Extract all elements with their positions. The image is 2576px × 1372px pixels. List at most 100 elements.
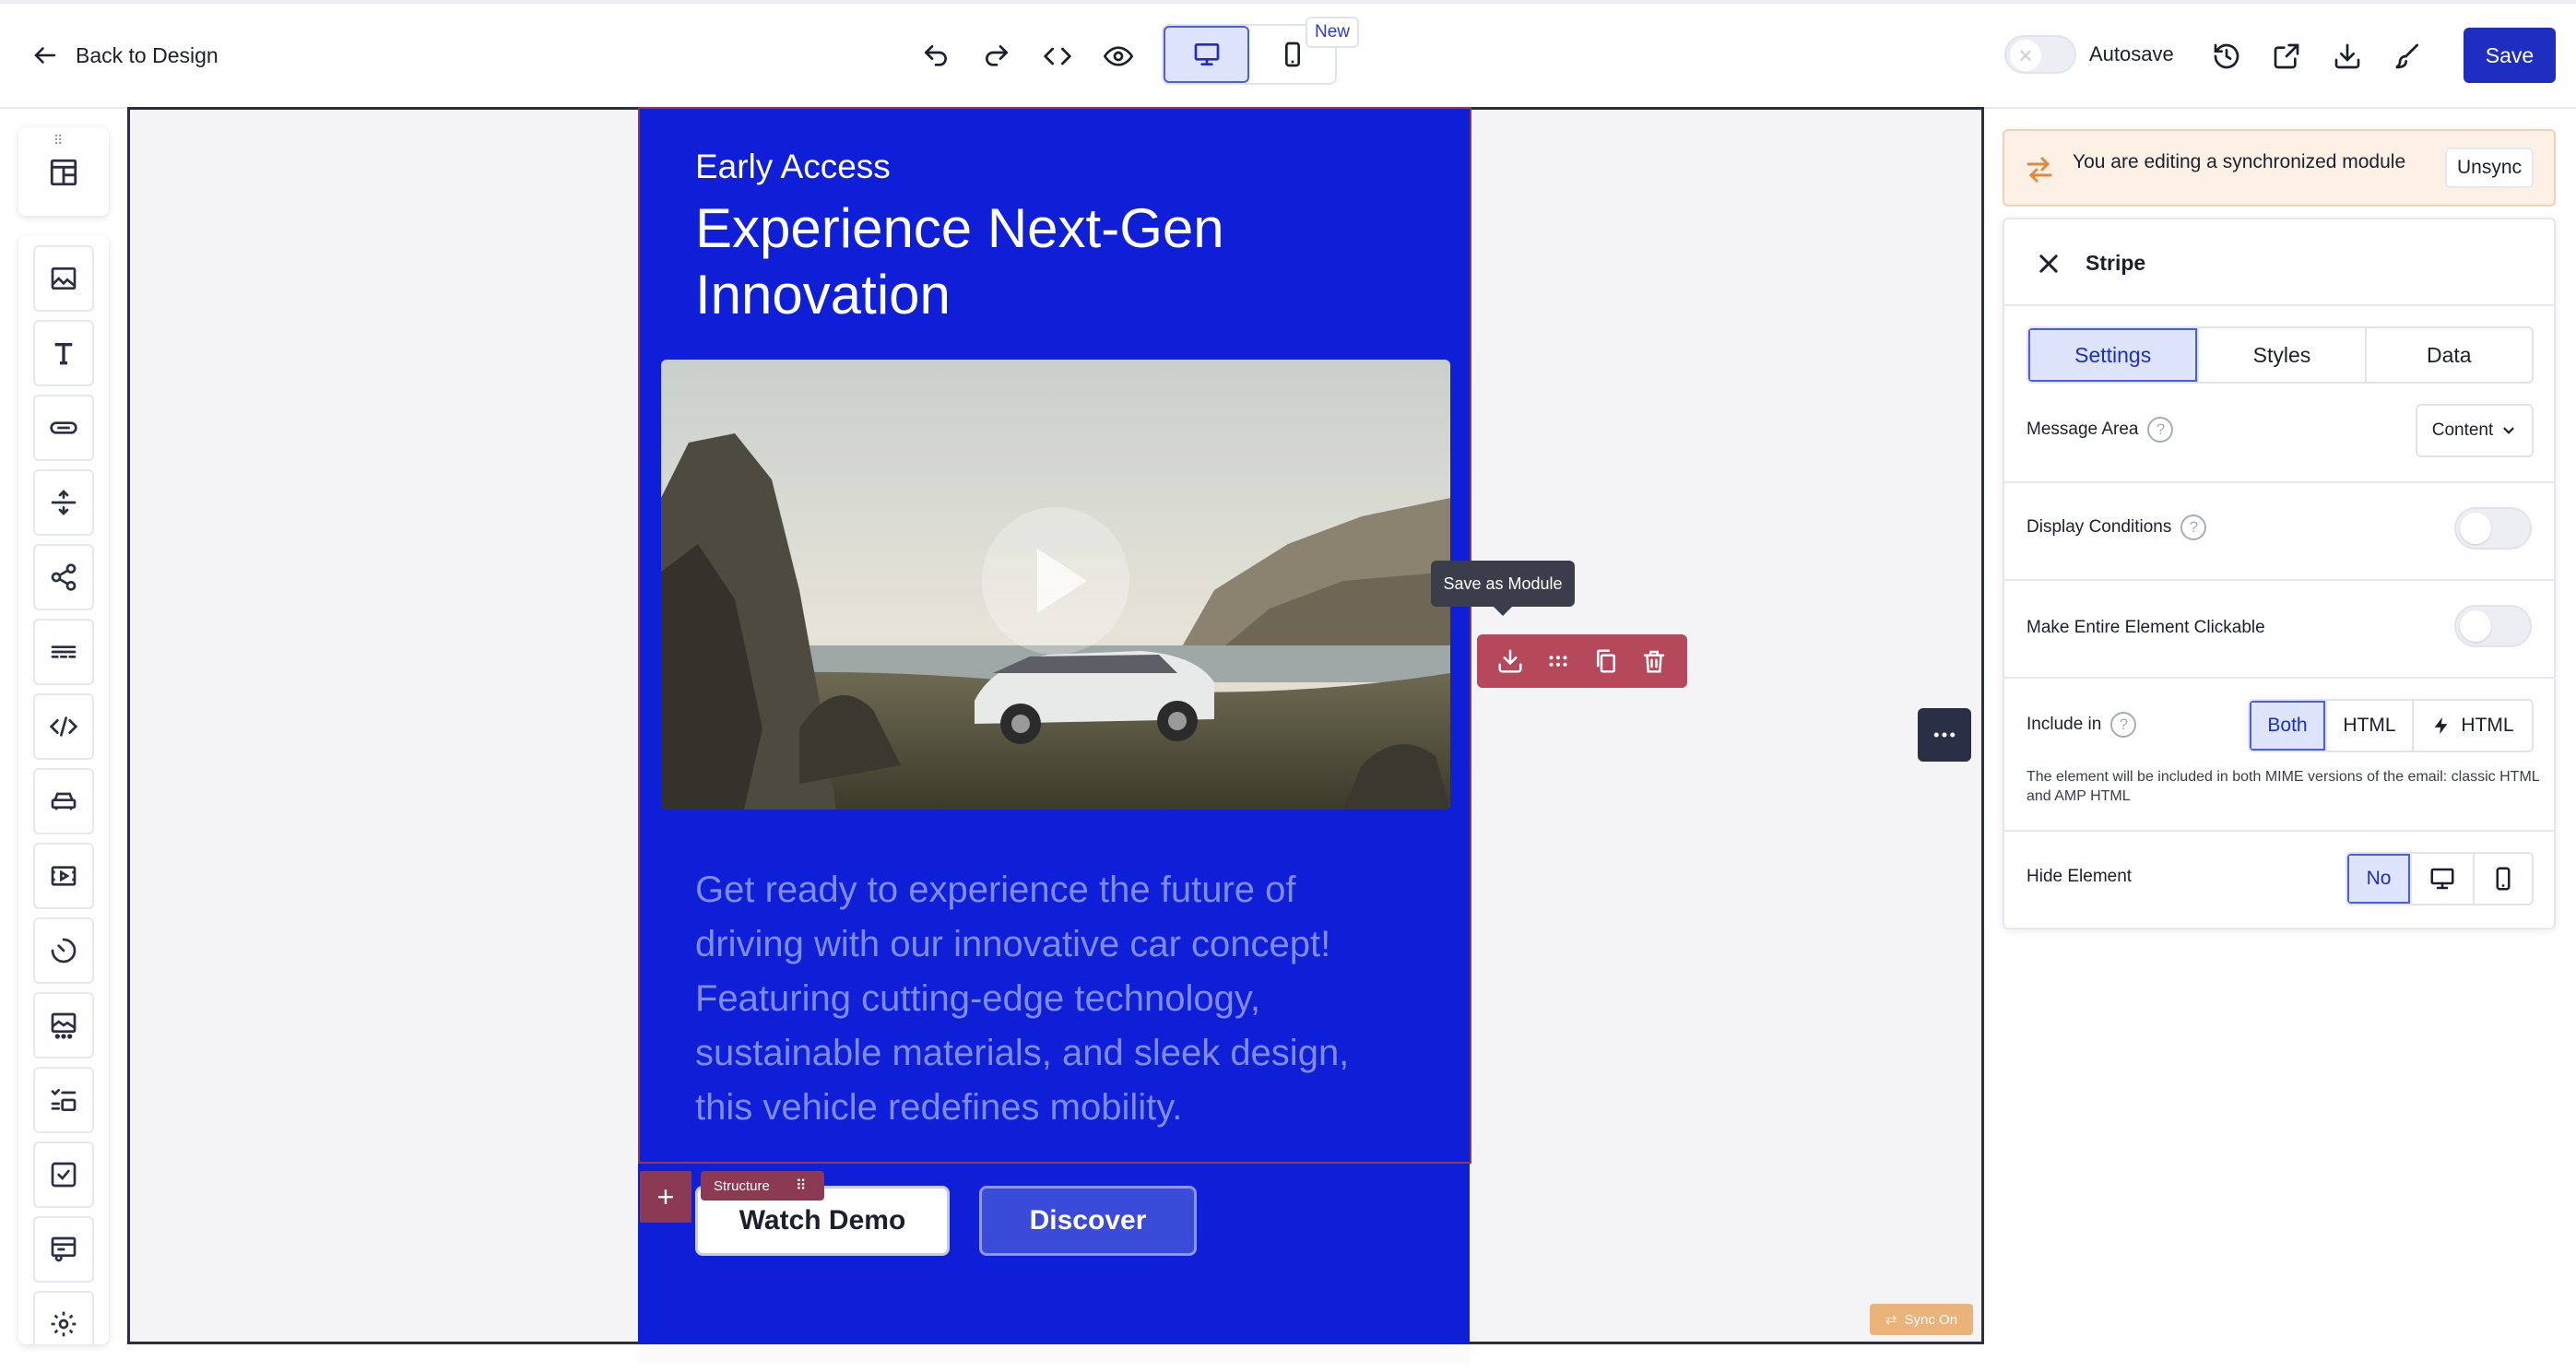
card-icon (51, 1236, 77, 1262)
drag-handle-icon[interactable]: ⠿ (796, 1177, 808, 1195)
undo-button[interactable] (913, 33, 959, 79)
spacer-block[interactable] (33, 469, 94, 536)
include-amp-html-option[interactable]: HTML (2412, 701, 2532, 751)
tab-styles[interactable]: Styles (2197, 328, 2364, 382)
brush-icon (2395, 43, 2418, 69)
help-icon[interactable]: ? (2147, 417, 2174, 443)
move-button[interactable] (1540, 643, 1577, 680)
new-badge: New (1306, 17, 1360, 48)
message-area-select[interactable]: Content (2416, 404, 2534, 457)
clickable-toggle[interactable] (2454, 605, 2532, 647)
divider (2004, 579, 2554, 581)
checkbox-block[interactable] (33, 1141, 94, 1208)
autosave-toggle[interactable]: × (2004, 35, 2076, 74)
code-view-button[interactable] (1034, 33, 1081, 79)
divider (2004, 677, 2554, 679)
help-icon[interactable]: ? (2180, 514, 2207, 540)
desktop-icon (2430, 868, 2454, 890)
image-icon (51, 267, 77, 290)
more-options-button[interactable] (1918, 708, 1971, 762)
panel-tabs: Settings Styles Data (2027, 326, 2534, 384)
preview-button[interactable] (1095, 33, 1141, 79)
image-block[interactable] (33, 245, 94, 312)
include-in-row: Include in ? (2027, 712, 2137, 738)
canvas-footer-strip (638, 1344, 1470, 1365)
message-area-row: Message Area ? (2027, 417, 2174, 443)
help-icon[interactable]: ? (2110, 712, 2137, 738)
hero-image[interactable] (661, 360, 1450, 810)
display-conditions-toggle[interactable] (2454, 507, 2532, 550)
chevron-down-icon (2503, 427, 2514, 434)
body-text[interactable]: Get ready to experience the future of dr… (695, 863, 1414, 1135)
button-block[interactable] (33, 395, 94, 461)
display-conditions-row: Display Conditions ? (2027, 514, 2207, 540)
arrow-left-icon (34, 47, 56, 64)
hide-mobile-option[interactable] (2473, 854, 2532, 904)
menu-icon (51, 792, 77, 810)
blocks-toolbar (18, 236, 109, 1344)
autosave-label: Autosave (2089, 42, 2174, 65)
banner-block[interactable] (33, 992, 94, 1059)
social-block[interactable] (33, 544, 94, 610)
drag-handle-icon[interactable]: ⠿ (53, 134, 76, 147)
history-button[interactable] (2204, 33, 2250, 79)
eyebrow-text[interactable]: Early Access (695, 148, 891, 186)
include-both-option[interactable]: Both (2250, 701, 2325, 751)
edit-button[interactable] (2384, 33, 2430, 79)
hide-no-option[interactable]: No (2347, 854, 2410, 904)
hide-desktop-option[interactable] (2410, 854, 2473, 904)
save-button[interactable]: Save (2464, 28, 2556, 83)
save-as-module-tooltip: Save as Module (1431, 561, 1575, 607)
checklist-block[interactable] (33, 1067, 94, 1133)
banner-icon (51, 1012, 77, 1039)
desktop-icon (1194, 43, 1219, 65)
add-block-button[interactable]: + (640, 1171, 691, 1223)
include-html-option[interactable]: HTML (2325, 701, 2412, 751)
desktop-view-button[interactable] (1164, 26, 1249, 83)
copy-icon (1597, 649, 1615, 673)
sync-icon: ⇄ (1885, 1312, 1897, 1328)
more-horizontal-icon (1933, 732, 1956, 738)
unsync-button[interactable]: Unsync (2445, 148, 2534, 188)
sync-on-label: Sync On (1904, 1311, 1958, 1328)
download-icon (2334, 43, 2360, 69)
delete-button[interactable] (1636, 643, 1672, 680)
export-button[interactable] (2263, 33, 2310, 79)
tab-data[interactable]: Data (2364, 328, 2532, 382)
headline-text[interactable]: Experience Next-Gen Innovation (695, 195, 1341, 328)
back-to-design-link[interactable]: Back to Design (31, 37, 219, 74)
close-icon[interactable] (2036, 251, 2062, 277)
duplicate-button[interactable] (1588, 643, 1625, 680)
discover-button[interactable]: Discover (979, 1186, 1197, 1256)
eye-icon (1104, 46, 1133, 66)
settings-panel: Stripe Settings Styles Data Message Area… (2003, 218, 2556, 929)
html-block[interactable] (33, 693, 94, 760)
divider (2004, 830, 2554, 832)
divider-block[interactable] (33, 619, 94, 685)
timer-block[interactable] (33, 917, 94, 984)
redo-button[interactable] (974, 33, 1020, 79)
structure-tag[interactable]: Structure ⠿ (701, 1171, 824, 1200)
external-link-icon (2274, 43, 2299, 69)
drag-dots-icon (1549, 656, 1567, 667)
structures-icon[interactable] (48, 157, 79, 188)
video-block[interactable] (33, 843, 94, 909)
save-as-module-button[interactable] (1492, 643, 1529, 680)
divider-icon (51, 645, 77, 658)
hide-element-segmented: No (2346, 852, 2534, 905)
spacer-icon (51, 490, 77, 515)
social-icon (51, 563, 77, 591)
close-icon: × (2010, 40, 2041, 71)
timer-icon (51, 938, 77, 964)
menu-block[interactable] (33, 768, 94, 834)
redo-icon (986, 45, 1008, 66)
text-block[interactable] (33, 320, 94, 386)
tab-settings[interactable]: Settings (2028, 328, 2198, 382)
settings-block[interactable] (33, 1291, 94, 1344)
download-button[interactable] (2324, 33, 2370, 79)
code-icon (1044, 47, 1071, 65)
card-block[interactable] (33, 1216, 94, 1283)
hide-element-label: Hide Element (2027, 867, 2133, 886)
module-toolbar (1477, 634, 1687, 688)
back-label: Back to Design (76, 42, 219, 67)
